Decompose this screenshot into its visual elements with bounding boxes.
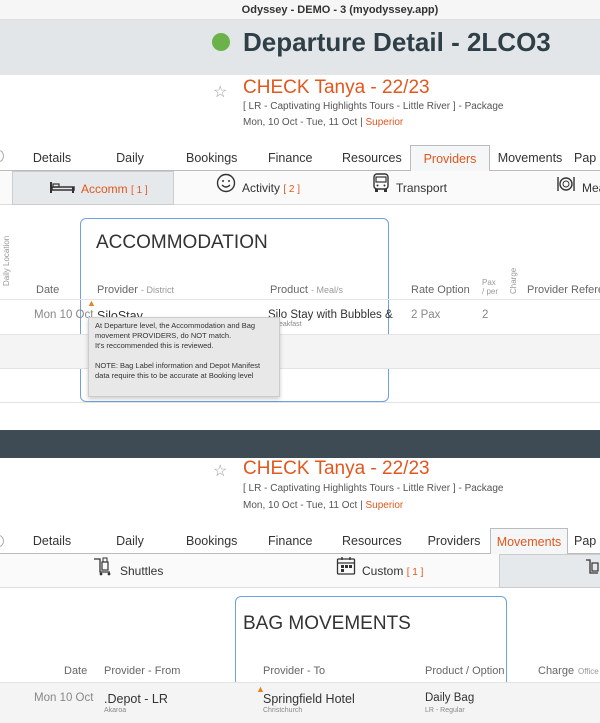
bag-row-from-sub: Akaroa bbox=[104, 707, 127, 714]
subtab-accomm-count: [ 1 ] bbox=[131, 185, 148, 196]
accomm-row-rate: 2 Pax bbox=[411, 309, 441, 321]
col-pax-label: Pax bbox=[482, 278, 496, 287]
tab-details[interactable]: Details bbox=[32, 528, 72, 554]
provider-mismatch-tooltip: At Departure level, the Accommodation an… bbox=[88, 317, 280, 397]
col-provider-label: Provider bbox=[97, 284, 138, 296]
bag-row-date: Mon 10 Oct bbox=[34, 692, 94, 704]
col-date: Date bbox=[36, 284, 60, 296]
favorite-star-icon[interactable]: ☆ bbox=[213, 82, 227, 102]
booking-date-range: Mon, 10 Oct - Tue, 11 Oct | bbox=[243, 500, 363, 511]
tab-papers[interactable]: Pap bbox=[574, 528, 600, 554]
window-title: Odyssey - DEMO - 3 (myodyssey.app) bbox=[0, 0, 600, 20]
booking-subtitle: [ LR - Captivating Highlights Tours - Li… bbox=[243, 483, 504, 494]
dining-icon bbox=[556, 172, 576, 206]
col-provider-from: Provider - From bbox=[104, 665, 181, 677]
booking-grade[interactable]: Superior bbox=[365, 117, 403, 128]
col-product-label: Product bbox=[270, 284, 308, 296]
tab-details[interactable]: Details bbox=[32, 145, 72, 171]
luggage-cart-icon bbox=[92, 555, 114, 589]
subtab-activity-count: [ 2 ] bbox=[283, 184, 301, 195]
subtab-active-partial[interactable] bbox=[499, 554, 600, 588]
warning-icon[interactable]: ▲ bbox=[87, 298, 96, 308]
provider-subtabs: Accomm [ 1 ] Activity [ 2 ] Transport Me… bbox=[0, 171, 600, 205]
subtab-meals[interactable]: Mea bbox=[556, 171, 600, 205]
screenshot-divider bbox=[0, 430, 600, 458]
booking-date-range: Mon, 10 Oct - Tue, 11 Oct | bbox=[243, 117, 363, 128]
subtab-activity-label: Activity bbox=[242, 181, 281, 195]
tab-finance[interactable]: Finance bbox=[268, 528, 312, 554]
col-charge: Charge bbox=[538, 665, 575, 677]
col-product-option: Product / Option bbox=[425, 665, 505, 677]
col-rate-option: Rate Option bbox=[411, 284, 470, 296]
subtab-shuttles-label: Shuttles bbox=[120, 564, 164, 578]
col-provider-to: Provider - To bbox=[263, 665, 326, 677]
accomm-row-pax-per: 2 bbox=[482, 309, 489, 321]
booking-title[interactable]: CHECK Tanya - 22/23 bbox=[243, 458, 430, 480]
col-per-label: / per bbox=[482, 287, 499, 296]
luggage-cart-icon bbox=[584, 556, 600, 590]
bag-movements-heading: BAG MOVEMENTS bbox=[243, 613, 411, 634]
accomm-row-product[interactable]: Silo Stay with Bubbles & bbox=[268, 309, 393, 321]
bag-row-to-sub: Christchurch bbox=[263, 707, 303, 714]
tab-bookings[interactable]: Bookings bbox=[186, 145, 237, 171]
booking-dates: Mon, 10 Oct - Tue, 11 Oct | Superior bbox=[243, 117, 403, 128]
accomm-row-product-sub: eakfast bbox=[279, 321, 302, 328]
bus-icon bbox=[372, 172, 390, 206]
tab-providers[interactable]: Providers bbox=[410, 145, 490, 172]
subtab-custom-count: [ 1 ] bbox=[406, 567, 424, 578]
tab-providers[interactable]: Providers bbox=[425, 528, 483, 554]
page-title: Departure Detail - 2LCO3 bbox=[243, 27, 551, 57]
tooltip-line-3: NOTE: Bag Label information and Depot Ma… bbox=[95, 361, 261, 380]
booking-subtitle: [ LR - Captivating Highlights Tours - Li… bbox=[243, 101, 504, 112]
accommodation-heading: ACCOMMODATION bbox=[96, 232, 268, 253]
tab-resources[interactable]: Resources bbox=[342, 528, 402, 554]
col-provider: Provider - District bbox=[97, 284, 174, 296]
bag-row-product[interactable]: Daily Bag bbox=[425, 692, 474, 704]
tooltip-line-2: It's reccommended this is reviewed. bbox=[95, 341, 214, 350]
subtab-custom[interactable]: Custom [ 1 ] bbox=[336, 554, 423, 588]
row-divider bbox=[0, 402, 600, 403]
bag-row-from[interactable]: .Depot - LR bbox=[104, 692, 168, 706]
col-meals-label: - Meal/s bbox=[310, 285, 343, 295]
bag-row-to[interactable]: Springfield Hotel bbox=[263, 692, 355, 706]
booking-title[interactable]: CHECK Tanya - 22/23 bbox=[243, 77, 430, 99]
daily-location-label: Daily Location bbox=[2, 235, 11, 286]
subtab-accomm-label: Accomm bbox=[81, 182, 128, 196]
favorite-star-icon[interactable]: ☆ bbox=[213, 461, 227, 481]
col-charge: Charge bbox=[509, 267, 518, 294]
col-district-label: - District bbox=[141, 285, 175, 295]
booking-grade[interactable]: Superior bbox=[365, 500, 403, 511]
subtab-transport-label: Transport bbox=[396, 181, 447, 195]
tab-daily[interactable]: Daily bbox=[115, 528, 145, 554]
tooltip-line-1: At Departure level, the Accommodation an… bbox=[95, 321, 256, 340]
subtab-transport[interactable]: Transport bbox=[372, 171, 447, 205]
movement-subtabs: Shuttles Custom [ 1 ] bbox=[0, 554, 600, 588]
tab-resources[interactable]: Resources bbox=[342, 145, 402, 171]
col-product: Product - Meal/s bbox=[270, 284, 343, 296]
tab-movements[interactable]: Movements bbox=[490, 528, 568, 555]
calendar-icon bbox=[336, 555, 356, 589]
tab-papers[interactable]: Pap bbox=[574, 145, 600, 171]
subtab-activity[interactable]: Activity [ 2 ] bbox=[216, 171, 300, 205]
tab-finance[interactable]: Finance bbox=[268, 145, 312, 171]
smiley-icon bbox=[216, 172, 236, 206]
accomm-row-date: Mon 10 Oct bbox=[34, 309, 94, 321]
tab-bar: Details Daily Bookings Finance Resources… bbox=[0, 528, 600, 555]
tab-bookings[interactable]: Bookings bbox=[186, 528, 237, 554]
tab-daily[interactable]: Daily bbox=[115, 145, 145, 171]
subtab-meals-label: Mea bbox=[582, 181, 600, 195]
col-office: Office bbox=[578, 667, 599, 676]
col-date: Date bbox=[64, 665, 88, 677]
tab-movements[interactable]: Movements bbox=[496, 145, 564, 171]
subtab-shuttles[interactable]: Shuttles bbox=[92, 554, 163, 588]
status-dot bbox=[212, 33, 230, 51]
bed-icon bbox=[49, 173, 75, 207]
subtab-accomm[interactable]: Accomm [ 1 ] bbox=[12, 171, 174, 205]
subtab-custom-label: Custom bbox=[362, 564, 404, 578]
booking-dates: Mon, 10 Oct - Tue, 11 Oct | Superior bbox=[243, 500, 403, 511]
bag-row-product-sub: LR - Regular bbox=[425, 707, 465, 714]
col-pax-per: Pax / per bbox=[482, 278, 498, 296]
tab-bar: Details Daily Bookings Finance Resources… bbox=[0, 145, 600, 172]
col-provider-reference: Provider Referen bbox=[527, 284, 600, 296]
